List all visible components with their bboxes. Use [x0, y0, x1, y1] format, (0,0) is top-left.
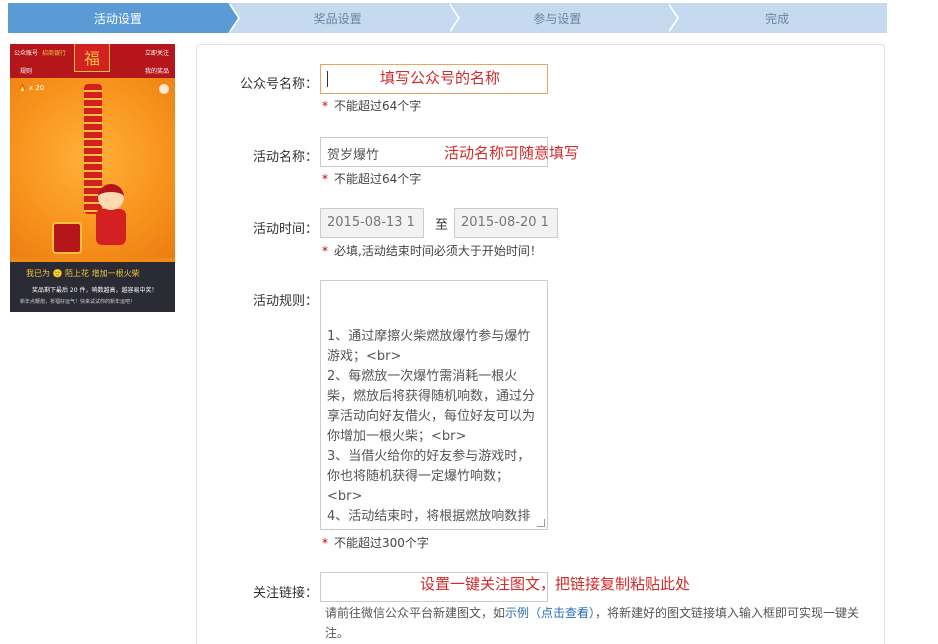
step-label: 完成	[765, 11, 790, 26]
time-separator: 至	[435, 218, 449, 233]
activity-name-hint: * 不能超过64个字	[322, 170, 421, 187]
preview-account-label: 公众账号	[14, 50, 39, 57]
start-time-input[interactable]: 2015-08-13 1	[320, 208, 424, 238]
follow-link-label: 关注链接：	[252, 586, 318, 601]
required-star-icon: *	[322, 536, 328, 550]
preview-footer-line3: 新年点鞭炮，祈福好运气！快来试试你的新年运吧！	[20, 299, 136, 305]
step-label: 奖品设置	[313, 11, 362, 26]
sound-icon	[159, 84, 169, 94]
account-name-label: 公众号名称：	[239, 77, 318, 92]
step-label: 参与设置	[533, 11, 582, 26]
preview-follow-button: 立即关注	[144, 50, 169, 57]
fu-lantern-icon: 福	[74, 44, 110, 72]
step-arrow-icon	[227, 3, 238, 33]
required-star-icon: *	[322, 99, 328, 113]
game-preview-image: 公众账号 招商银行 立即关注 规则 我的奖品 福 🔥 x 20 我已为 🙂 陌上…	[10, 44, 175, 312]
activity-time-label: 活动时间：	[252, 222, 318, 237]
step-arrow-icon	[667, 3, 678, 33]
steps-bar: 活动设置 奖品设置 参与设置 完成	[8, 3, 887, 33]
preview-my-prizes: 我的奖品	[144, 68, 169, 75]
step-prize-settings[interactable]: 奖品设置	[227, 3, 460, 33]
boy-body-icon	[96, 209, 126, 245]
follow-link-note: 请前往微信公众平台新建图文，如示例（点击查看），将新建好的图文链接填入输入框即可…	[325, 603, 865, 643]
activity-rules-value: 1、通过摩擦火柴燃放爆竹参与爆竹游戏；<br> 2、每燃放一次爆竹需消耗一根火柴…	[327, 329, 536, 524]
preview-footer-line2: 奖品剩下最后 20 件，响数越高，越容易中奖！	[32, 287, 158, 294]
preview-rules: 规则	[20, 68, 33, 75]
drum-icon	[52, 222, 82, 254]
activity-rules-label: 活动规则：	[252, 294, 318, 309]
step-label: 活动设置	[93, 11, 142, 26]
preview-footer-line1: 我已为 🙂 陌上花 增加一根火柴	[26, 269, 140, 278]
activity-name-label: 活动名称：	[252, 150, 318, 165]
example-link[interactable]: 示例（点击查看）	[505, 606, 595, 620]
account-name-hint: * 不能超过64个字	[322, 97, 421, 114]
account-name-annotation: 填写公众号的名称	[380, 69, 501, 87]
step-complete[interactable]: 完成	[667, 3, 887, 33]
match-counter: 🔥 x 20	[18, 84, 45, 92]
required-star-icon: *	[322, 172, 328, 186]
activity-name-annotation: 活动名称可随意填写	[444, 144, 580, 162]
activity-time-hint-text: 必填,活动结束时间必须大于开始时间！	[334, 244, 542, 258]
step-activity-settings[interactable]: 活动设置	[8, 3, 240, 33]
text-cursor	[327, 71, 328, 87]
step-participation-settings[interactable]: 参与设置	[447, 3, 680, 33]
resize-handle-icon[interactable]	[537, 519, 545, 527]
required-star-icon: *	[322, 244, 328, 258]
account-name-hint-text: 不能超过64个字	[334, 99, 422, 113]
follow-link-annotation: 设置一键关注图文，把链接复制粘贴此处	[420, 575, 691, 593]
end-time-input[interactable]: 2015-08-20 1	[454, 208, 558, 238]
boy-head-icon	[98, 184, 124, 210]
activity-name-hint-text: 不能超过64个字	[334, 172, 422, 186]
activity-rules-textarea[interactable]: 1、通过摩擦火柴燃放爆竹参与爆竹游戏；<br> 2、每燃放一次爆竹需消耗一根火柴…	[320, 280, 548, 530]
activity-time-hint: * 必填,活动结束时间必须大于开始时间！	[322, 242, 542, 259]
follow-link-note-prefix: 请前往微信公众平台新建图文，如	[325, 606, 506, 620]
preview-account-name: 招商银行	[42, 50, 67, 57]
step-arrow-icon	[447, 3, 458, 33]
activity-rules-hint-text: 不能超过300个字	[334, 536, 429, 550]
activity-rules-hint: * 不能超过300个字	[322, 534, 429, 551]
preview-footer: 我已为 🙂 陌上花 增加一根火柴 奖品剩下最后 20 件，响数越高，越容易中奖！…	[10, 262, 175, 312]
